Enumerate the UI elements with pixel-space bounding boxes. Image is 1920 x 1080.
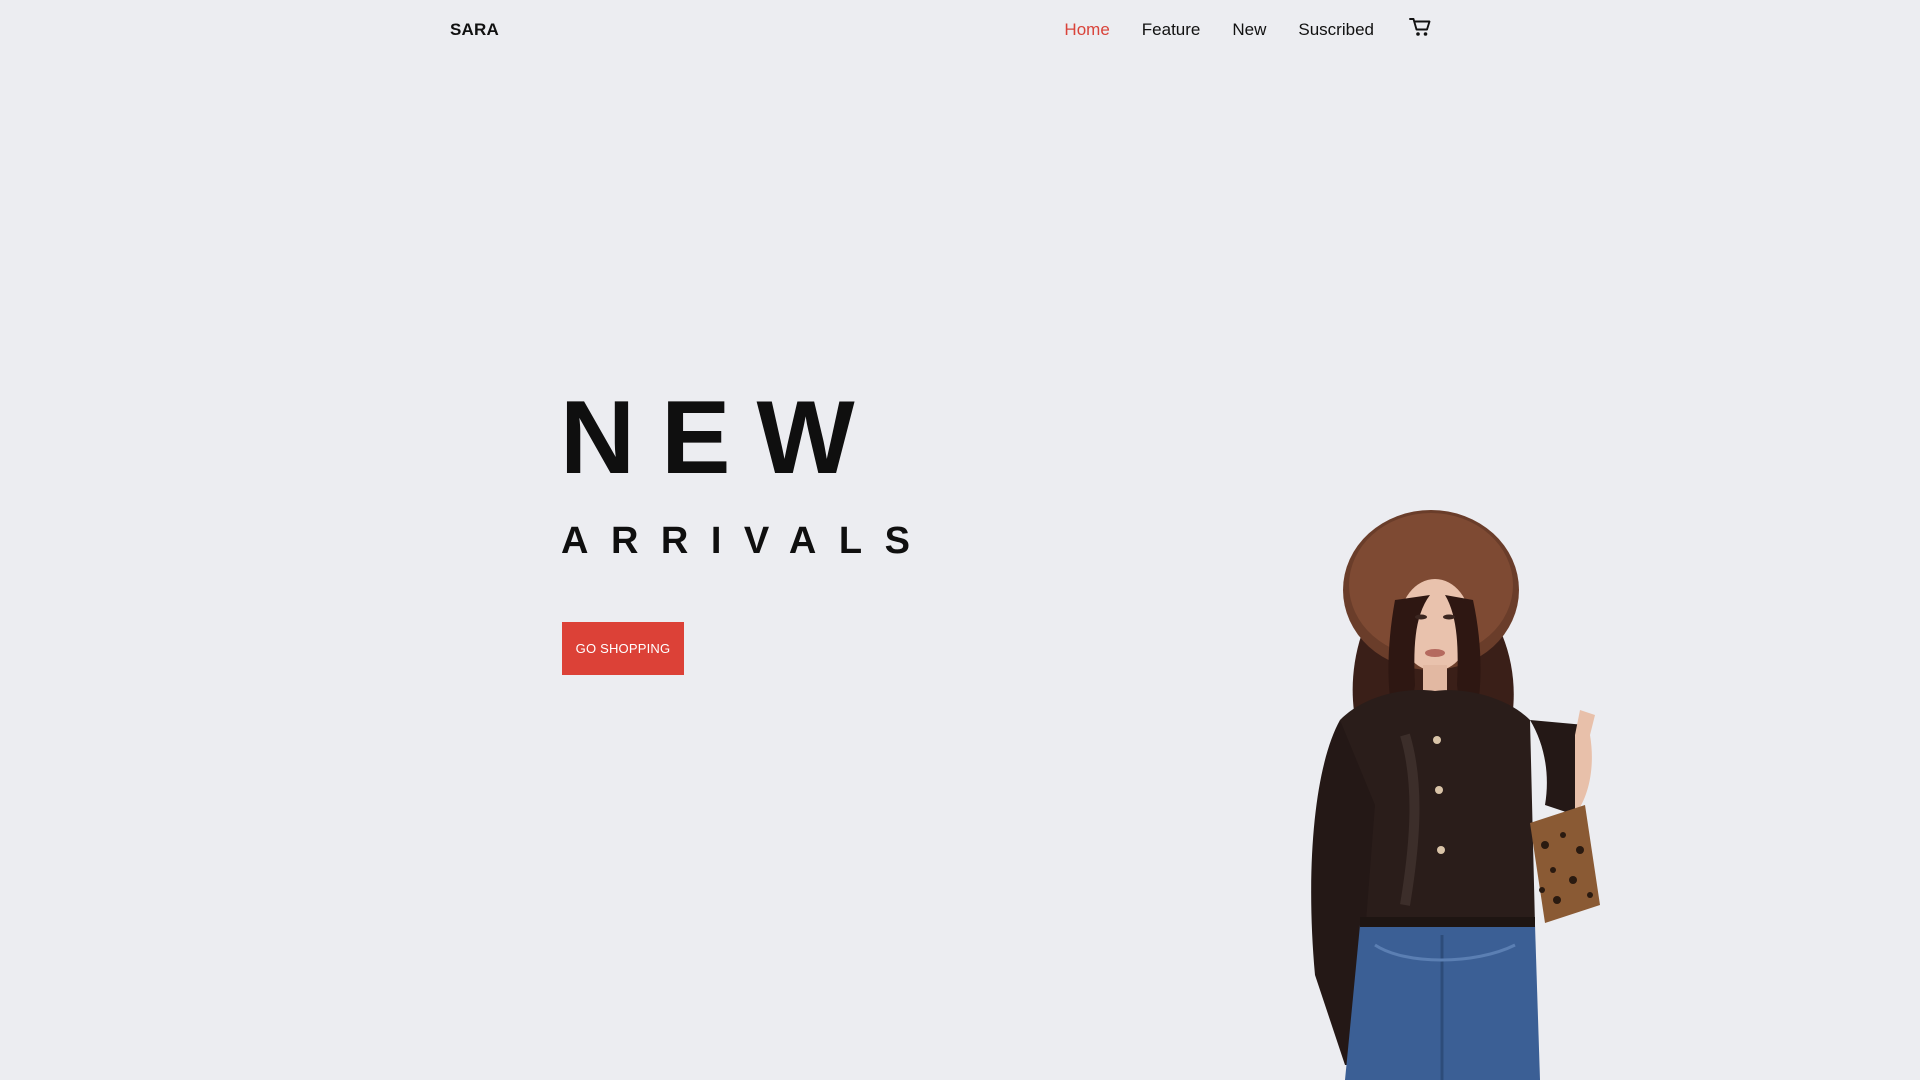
nav-links: Home Feature New Suscribed — [1064, 18, 1432, 40]
nav-link-suscribed[interactable]: Suscribed — [1298, 20, 1374, 40]
model-image — [1245, 505, 1640, 1080]
nav-link-new[interactable]: New — [1232, 20, 1266, 40]
top-navigation: SARA Home Feature New Suscribed — [0, 0, 1920, 62]
nav-link-home[interactable]: Home — [1064, 20, 1109, 40]
hero-subtitle: ARRIVALS — [561, 520, 933, 562]
landing-page: SARA Home Feature New Suscribed NEW ARRI… — [0, 0, 1920, 1080]
go-shopping-button[interactable]: GO SHOPPING — [562, 622, 684, 675]
cart-icon[interactable] — [1408, 16, 1432, 38]
hero-title: NEW — [560, 380, 881, 496]
brand-logo[interactable]: SARA — [450, 20, 499, 40]
nav-link-feature[interactable]: Feature — [1142, 20, 1201, 40]
